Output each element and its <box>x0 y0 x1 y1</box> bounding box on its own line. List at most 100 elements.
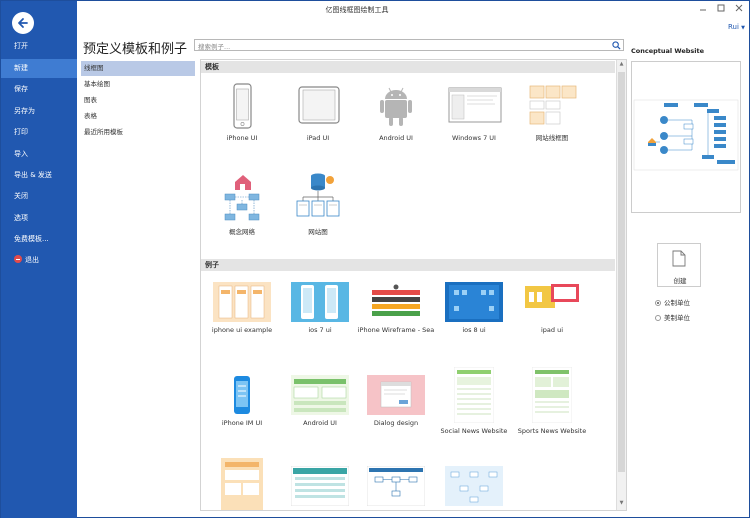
sidebar-item-print[interactable]: 打印 <box>1 123 77 142</box>
tile-label: 网站图 <box>308 228 328 236</box>
maximize-button[interactable] <box>717 4 725 14</box>
example-ios7-ui[interactable]: ios 7 ui <box>281 282 359 334</box>
social-news-website-thumbnail <box>454 367 494 423</box>
category-charts[interactable]: 图表 <box>81 93 195 108</box>
chevron-down-icon: ▼ <box>741 25 746 31</box>
tile-label: Social News Website <box>440 427 508 435</box>
ipad-ui-thumbnail <box>523 282 581 322</box>
scroll-thumb[interactable] <box>618 72 625 472</box>
radio-us-units[interactable]: 美制单位 <box>655 312 690 322</box>
radio-unchecked-icon <box>655 315 661 321</box>
gallery-scrollbar[interactable]: ▲ ▼ <box>616 60 626 510</box>
example-ipad-ui[interactable]: ipad ui <box>513 282 591 334</box>
minimize-icon <box>700 9 706 11</box>
sidebar-item-label: 保存 <box>14 85 28 93</box>
sidebar-item-options[interactable]: 选项 <box>1 209 77 228</box>
template-sitemap[interactable]: 网站图 <box>279 170 357 236</box>
sidebar-item-label: 另存为 <box>14 107 35 115</box>
page-title: 预定义模板和例子 <box>83 42 188 57</box>
template-gallery: 模板 iPhone UI iPad UI Android UI Windows … <box>200 59 627 511</box>
example-android-ui[interactable]: Android UI <box>281 375 359 427</box>
scroll-down-icon[interactable]: ▼ <box>618 500 625 508</box>
close-icon <box>735 4 743 12</box>
minimize-button[interactable] <box>699 4 707 14</box>
flow-mockup-thumbnail <box>367 466 425 506</box>
ios8-ui-thumbnail <box>445 282 503 322</box>
tile-label: iPhone UI <box>226 134 258 142</box>
sidebar-item-save[interactable]: 保存 <box>1 80 77 99</box>
template-android-ui[interactable]: Android UI <box>357 82 435 142</box>
example-sports-news-website[interactable]: Sports News Website <box>513 367 591 435</box>
template-windows7-ui[interactable]: Windows 7 UI <box>435 82 513 142</box>
user-menu[interactable]: Rui ▼ <box>728 23 745 31</box>
window-title: 亿图线框图绘制工具 <box>325 6 389 14</box>
iphone-ui-example-thumbnail <box>213 282 271 322</box>
iphone-wireframe-sea-thumbnail <box>367 282 425 322</box>
tile-label: Dialog design <box>373 419 419 427</box>
dashboard-mockup-thumbnail <box>291 466 349 506</box>
template-website-wireframe[interactable]: 网站线框图 <box>513 82 591 142</box>
category-tables[interactable]: 表格 <box>81 109 195 124</box>
sidebar-item-new[interactable]: 新建 <box>1 59 77 78</box>
sitemap-icon <box>296 173 340 217</box>
tile-label: Sports News Website <box>517 427 587 435</box>
sidebar-item-label: 新建 <box>14 64 28 72</box>
category-label: 最近所用模板 <box>84 128 123 136</box>
example-iphone-im-ui[interactable]: iPhone IM UI <box>203 375 281 427</box>
sidebar-item-label: 打开 <box>14 42 28 50</box>
category-wireframe[interactable]: 线框图 <box>81 61 195 76</box>
create-button[interactable]: 创建 <box>657 243 701 287</box>
category-recent[interactable]: 最近所用模板 <box>81 125 195 140</box>
sidebar-item-label: 选项 <box>14 214 28 222</box>
example-iphone-wireframe-sea[interactable]: iPhone Wireframe - Sea <box>357 282 435 334</box>
template-iphone-ui[interactable]: iPhone UI <box>203 82 281 142</box>
sidebar-item-open[interactable]: 打开 <box>1 37 77 56</box>
sidebar-item-export-send[interactable]: 导出 & 发送 <box>1 166 77 185</box>
template-concept-network[interactable]: 概念网络 <box>203 170 281 236</box>
android-robot-icon <box>380 87 412 126</box>
tile-label: 概念网络 <box>229 228 255 236</box>
iphone-icon <box>233 83 252 129</box>
radio-label: 美制单位 <box>664 314 690 322</box>
tile-label: 网站线框图 <box>535 134 569 142</box>
app-window: 打开 新建 保存 另存为 打印 导入 导出 & 发送 关闭 选项 免费模板...… <box>0 0 750 518</box>
example-dialog-design[interactable]: Dialog design <box>357 375 435 427</box>
search-input[interactable]: 搜索例子... <box>194 39 624 51</box>
example-iphone-ui-example[interactable]: iphone ui example <box>203 282 281 334</box>
scroll-up-icon[interactable]: ▲ <box>618 61 625 69</box>
tile-label: Android UI <box>379 134 413 142</box>
example-thumbnail-13[interactable] <box>357 466 435 510</box>
example-social-news-website[interactable]: Social News Website <box>435 367 513 435</box>
radio-metric-units[interactable]: 公制单位 <box>655 297 690 307</box>
sidebar-item-import[interactable]: 导入 <box>1 145 77 164</box>
tile-label: iPhone IM UI <box>221 419 263 427</box>
search-placeholder: 搜索例子... <box>198 43 231 51</box>
example-ios8-ui[interactable]: ios 8 ui <box>435 282 513 334</box>
example-thumbnail-11[interactable] <box>203 458 281 510</box>
preview-thumbnail <box>631 61 741 213</box>
sidebar-item-label: 打印 <box>14 128 28 136</box>
ipad-icon <box>298 86 340 124</box>
sidebar-item-label: 关闭 <box>14 192 28 200</box>
sidebar-item-save-as[interactable]: 另存为 <box>1 102 77 121</box>
concept-network-icon <box>224 175 260 221</box>
back-button[interactable] <box>12 12 34 34</box>
search-icon[interactable] <box>612 41 621 50</box>
close-button[interactable] <box>735 4 743 14</box>
example-thumbnail-14[interactable] <box>435 466 513 510</box>
template-ipad-ui[interactable]: iPad UI <box>279 82 357 142</box>
dialog-design-thumbnail <box>367 375 425 415</box>
tile-label: Android UI <box>303 419 337 427</box>
sidebar-item-exit[interactable]: 退出 <box>1 251 77 270</box>
user-name: Rui <box>728 23 739 31</box>
tile-label: ios 7 ui <box>308 326 332 334</box>
category-basic-drawing[interactable]: 基本绘图 <box>81 77 195 92</box>
sports-news-website-thumbnail <box>532 367 572 423</box>
radio-label: 公制单位 <box>664 299 690 307</box>
example-thumbnail-12[interactable] <box>281 466 359 510</box>
sidebar-item-label: 免费模板... <box>14 235 49 243</box>
sidebar-item-close[interactable]: 关闭 <box>1 187 77 206</box>
category-label: 表格 <box>84 112 97 120</box>
network-mockup-thumbnail <box>445 466 503 506</box>
sidebar-item-free-templates[interactable]: 免费模板... <box>1 230 77 249</box>
